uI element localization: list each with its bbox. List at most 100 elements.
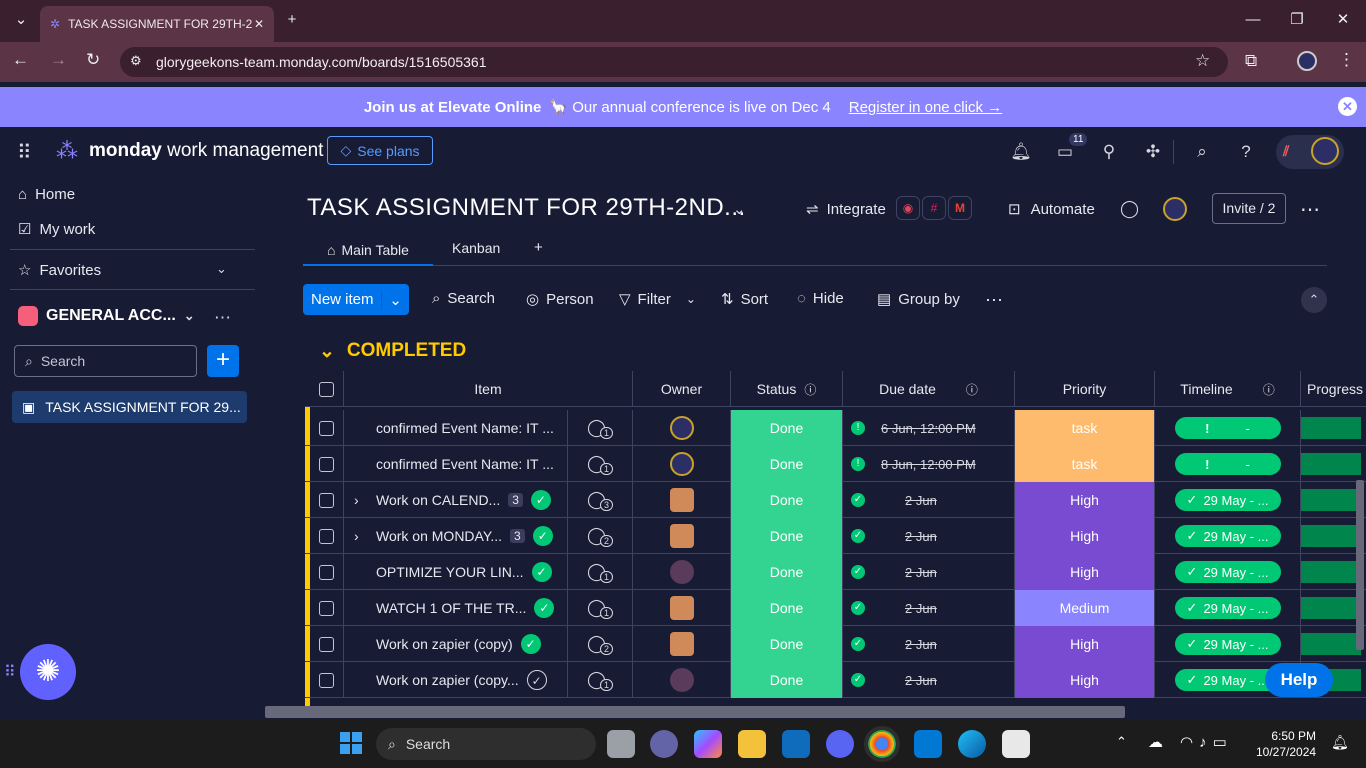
status-cell[interactable]: Done (731, 482, 843, 518)
forward-icon[interactable]: → (50, 50, 67, 70)
timeline-cell[interactable]: ! - (1155, 446, 1301, 482)
item-name[interactable]: Work on MONDAY... (376, 528, 502, 544)
item-name[interactable]: confirmed Event Name: IT ... (376, 420, 554, 436)
select-all-checkbox[interactable] (319, 381, 334, 397)
help-button[interactable]: Help (1265, 663, 1333, 697)
timeline-pill[interactable]: ✓ 29 May - ... (1174, 525, 1281, 547)
sidebar-item-board[interactable]: ▣ TASK ASSIGNMENT FOR 29... (12, 391, 247, 423)
item-name[interactable]: OPTIMIZE YOUR LIN... (376, 564, 524, 580)
due-date-cell[interactable]: ✓ 2 Jun (843, 626, 1015, 662)
invite-members-icon[interactable]: ⚲ (1097, 140, 1121, 164)
browser-tab[interactable]: ✲ TASK ASSIGNMENT FOR 29TH-2 ✕ (40, 6, 274, 42)
priority-cell[interactable]: High (1015, 482, 1155, 518)
priority-cell[interactable]: Medium (1015, 590, 1155, 626)
new-item-chevron-icon[interactable]: ⌄ (381, 290, 409, 309)
status-cell[interactable]: Done (731, 518, 843, 554)
due-date-cell[interactable]: ! 8 Jun, 12:00 PM (843, 446, 1015, 482)
priority-cell[interactable]: task (1015, 446, 1155, 482)
chrome-menu-icon[interactable]: ⋮ (1338, 50, 1355, 70)
priority-cell[interactable]: task (1015, 410, 1155, 446)
sidebar-item-my-work[interactable]: ☑ My work (18, 220, 95, 239)
row-checkbox[interactable] (319, 528, 334, 544)
status-cell[interactable]: Done (731, 662, 843, 698)
meet-icon[interactable] (650, 730, 678, 758)
row-checkbox-cell[interactable] (310, 590, 344, 626)
info-icon[interactable]: ⓘ (966, 381, 978, 398)
app-switcher-icon[interactable]: ⠿ (17, 140, 32, 165)
tab-kanban[interactable]: Kanban (452, 240, 500, 256)
priority-cell[interactable]: High (1015, 626, 1155, 662)
timeline-pill[interactable]: ! - (1174, 417, 1281, 439)
due-date-cell[interactable]: ✓ 2 Jun (843, 662, 1015, 698)
edge-icon[interactable] (958, 730, 986, 758)
timeline-cell[interactable]: ! - (1155, 410, 1301, 446)
column-header-timeline[interactable]: Timeline ⓘ (1155, 371, 1301, 407)
reload-icon[interactable]: ↻ (86, 50, 100, 70)
row-checkbox-cell[interactable] (310, 626, 344, 662)
row-checkbox[interactable] (319, 492, 334, 508)
group-chevron-icon[interactable]: ⌄ (319, 340, 335, 363)
apps-puzzle-icon[interactable]: ✣ (1141, 140, 1165, 164)
updates-cell[interactable]: ◯ 2 (568, 518, 633, 554)
table-row[interactable]: confirmed Event Name: IT ... ◯ 1 Done! 6 Jun… (305, 410, 1366, 446)
updates-cell[interactable]: ◯ 1 (568, 410, 633, 446)
row-checkbox-cell[interactable] (310, 662, 344, 698)
site-info-icon[interactable]: ⚙ (130, 53, 142, 69)
table-row[interactable]: Work on zapier (copy) ✓ ◯ 2 Done ✓ 2 Jun High ✓ 2… (305, 626, 1366, 662)
column-header-due-date[interactable]: Due date ⓘ (843, 371, 1015, 407)
due-date-cell[interactable]: ✓ 2 Jun (843, 482, 1015, 518)
add-button[interactable]: + (207, 345, 239, 377)
owner-avatar[interactable] (669, 524, 694, 548)
comment-icon[interactable]: ◯ (1120, 199, 1139, 219)
column-header-owner[interactable]: Owner (633, 371, 731, 407)
store-icon[interactable] (782, 730, 810, 758)
updates-cell[interactable]: ◯ 2 (568, 626, 633, 662)
due-date-cell[interactable]: ✓ 2 Jun (843, 590, 1015, 626)
owner-avatar[interactable] (669, 596, 694, 620)
row-checkbox-cell[interactable] (310, 518, 344, 554)
back-icon[interactable]: ← (12, 50, 29, 70)
updates-cell[interactable]: ◯ 1 (568, 590, 633, 626)
check-circle-icon[interactable]: ✓ (520, 634, 541, 654)
item-name[interactable]: WATCH 1 OF THE TR... (376, 600, 526, 616)
item-name[interactable]: Work on zapier (copy) (376, 636, 513, 652)
taskbar-search[interactable]: ⌕ Search (376, 728, 596, 760)
owner-cell[interactable] (633, 662, 731, 698)
updates-cell[interactable]: ◯ 1 (568, 554, 633, 590)
filter-chevron-icon[interactable]: ⌄ (686, 292, 696, 306)
table-row[interactable]: OPTIMIZE YOUR LIN... ✓ ◯ 1 Done ✓ 2 Jun High ✓ 29… (305, 554, 1366, 590)
owner-avatar[interactable] (669, 632, 694, 656)
status-cell[interactable]: Done (731, 554, 843, 590)
timeline-pill[interactable]: ✓ 29 May - ... (1174, 561, 1281, 583)
table-row[interactable]: › Work on MONDAY... 3 ✓ ◯ 2 Done ✓ 2 Jun High ✓ 29 … (305, 518, 1366, 554)
owner-cell[interactable] (633, 482, 731, 518)
integration-logos[interactable]: ◉ # M (896, 196, 972, 220)
bookmark-star-icon[interactable]: ☆ (1195, 51, 1210, 71)
help-icon[interactable]: ? (1234, 140, 1258, 164)
column-header-progress[interactable]: Progress (1301, 371, 1366, 407)
expand-subitems-icon[interactable]: › (354, 492, 368, 508)
item-name[interactable]: Work on zapier (copy... (376, 672, 519, 688)
onedrive-icon[interactable]: ☁ (1148, 733, 1163, 751)
timeline-cell[interactable]: ✓ 29 May - ... (1155, 482, 1301, 518)
timeline-cell[interactable]: ✓ 29 May - ... (1155, 590, 1301, 626)
favorites-chevron-icon[interactable]: ⌄ (216, 261, 227, 277)
owner-avatar[interactable] (669, 452, 694, 476)
sort-tool[interactable]: ⇅ Sort (721, 290, 768, 309)
person-tool[interactable]: ◎ Person (526, 290, 594, 309)
priority-cell[interactable]: High (1015, 518, 1155, 554)
row-checkbox[interactable] (319, 600, 334, 616)
register-link[interactable]: Register in one click → (849, 99, 1002, 116)
url-field[interactable]: glorygeekons-team.monday.com/boards/1516… (120, 47, 1228, 77)
row-checkbox[interactable] (319, 636, 334, 652)
info-icon[interactable]: ⓘ (1263, 381, 1275, 398)
search-icon[interactable]: ⌕ (1190, 140, 1214, 164)
invite-button[interactable]: Invite / 2 (1212, 193, 1286, 224)
minimize-icon[interactable]: — (1238, 8, 1268, 32)
vscode-icon[interactable] (914, 730, 942, 758)
ai-assistant-icon[interactable]: ✺ (20, 644, 76, 700)
status-cell[interactable]: Done (731, 590, 843, 626)
new-item-button[interactable]: New item ⌄ (303, 284, 409, 315)
discord-icon[interactable] (826, 730, 854, 758)
updates-cell[interactable]: ◯ 1 (568, 446, 633, 482)
